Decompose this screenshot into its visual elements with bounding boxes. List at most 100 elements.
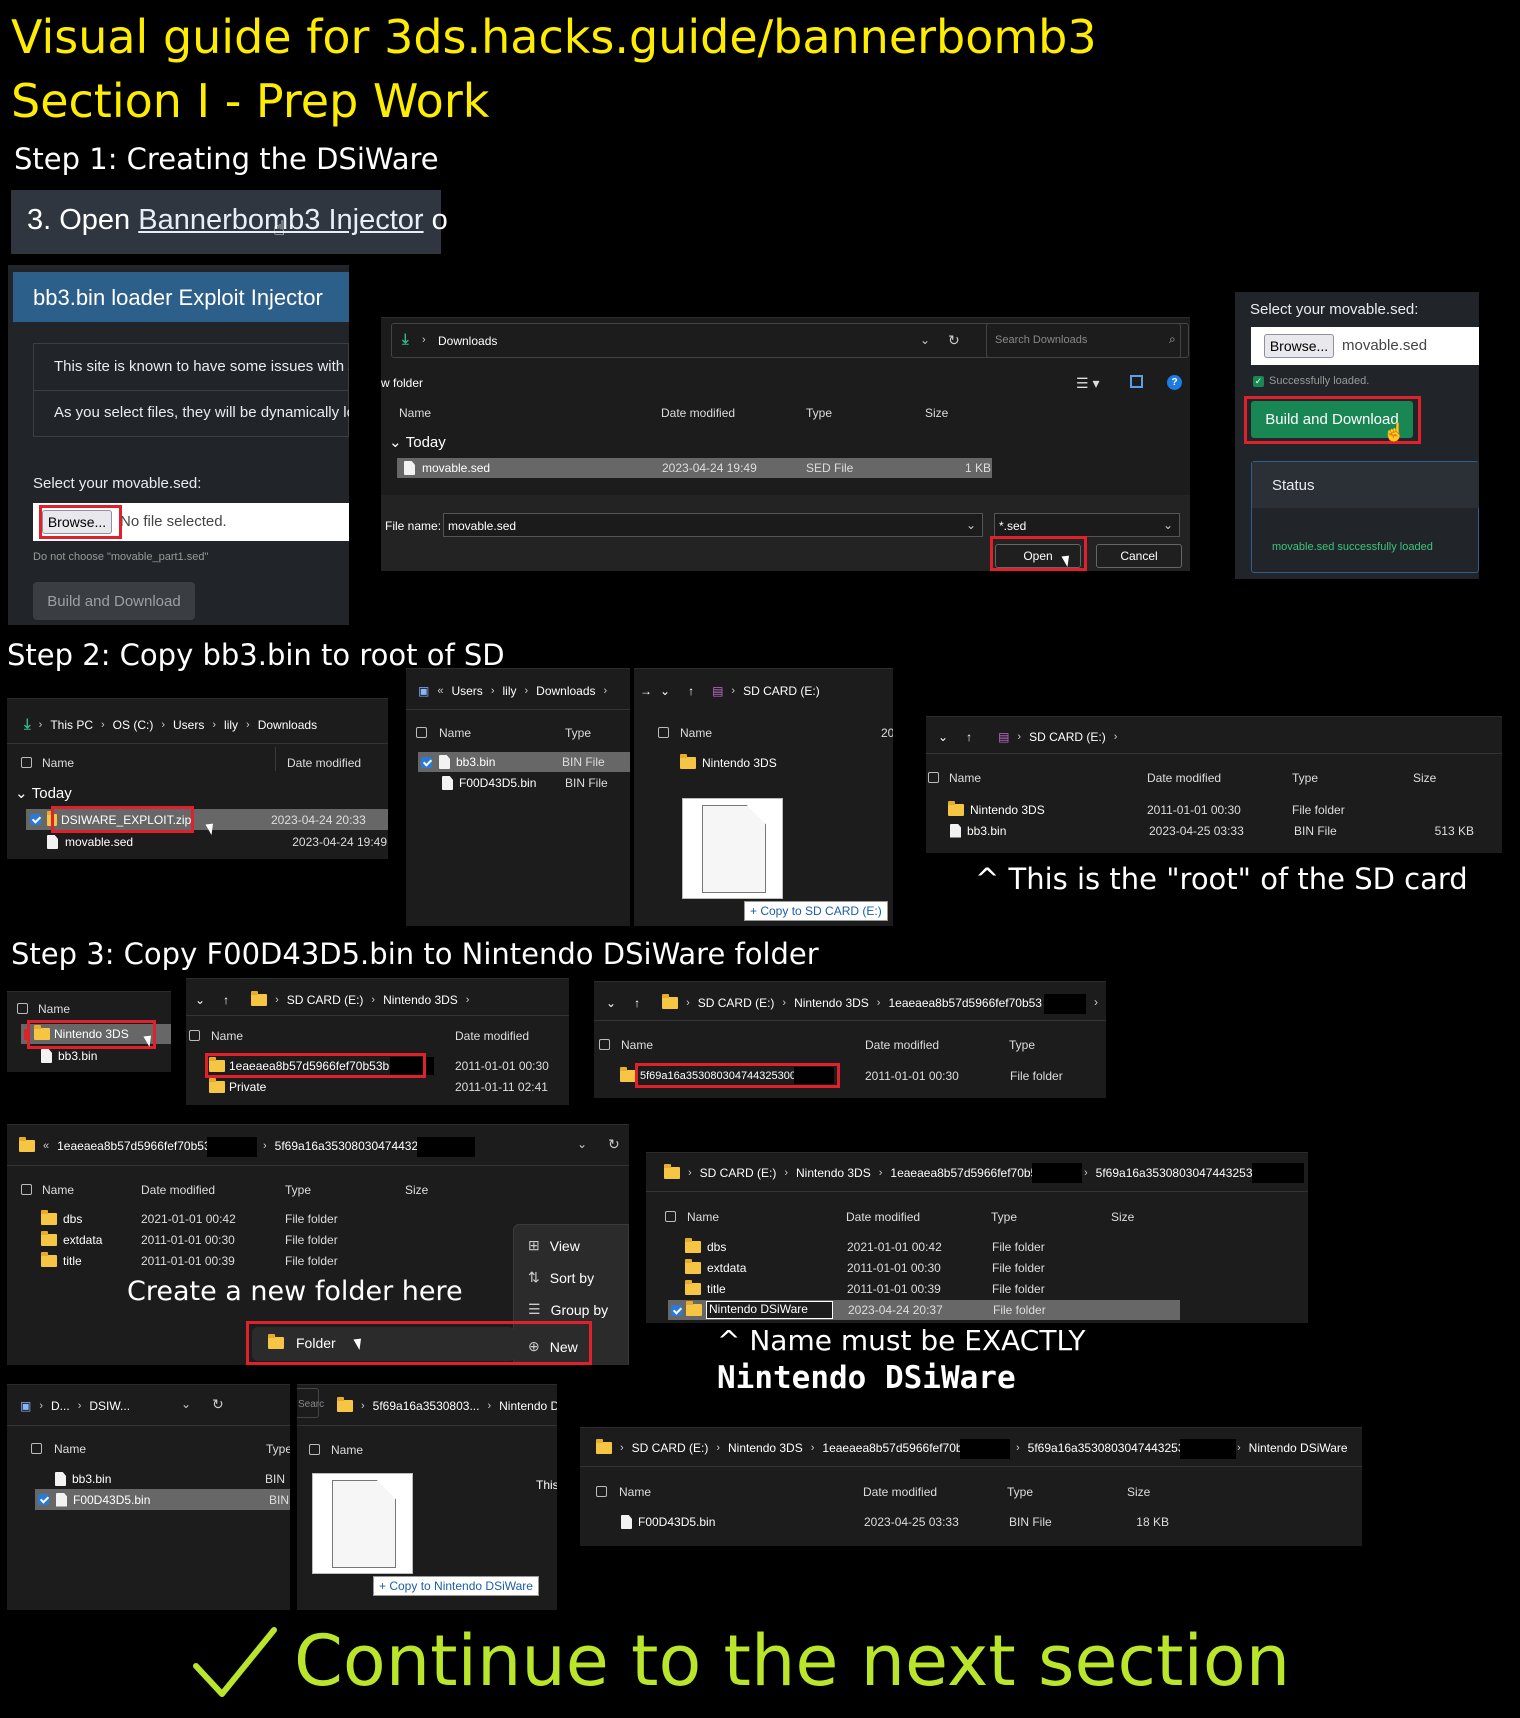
row-extdata[interactable]: extdata 2011-01-01 00:30 File folder [41, 1231, 341, 1249]
sd-mid-toolbar[interactable]: → ⌄ ↑ ▤ › SD CARD (E:) [640, 684, 820, 698]
file-icon [47, 835, 58, 849]
open-file-dialog: ⤓ › Downloads ⌄ ↻ Search Downloads ⌕ w f… [381, 317, 1190, 571]
notice-line-1: This site is known to have some issues w… [54, 358, 349, 375]
status-message: movable.sed successfully loaded [1272, 541, 1433, 553]
downloads-mid-explorer: ▣ « Users › lily › Downloads › Name Type bb3… [406, 668, 630, 926]
new-folder-button[interactable]: w folder [381, 376, 423, 390]
row-dbs[interactable]: dbs 2021-01-01 00:42 File folder [41, 1210, 341, 1228]
search-icon: ⌕ [1169, 332, 1176, 346]
id1-explorer-context: «1eaeaea8b57d5966fef70b53b › 5f69a16a3530… [7, 1124, 629, 1365]
root-row-bb3[interactable]: bb3.bin 2023-04-25 03:33 BIN File 513 KB [950, 821, 1490, 840]
downloads-icon: ⤓ [24, 716, 31, 733]
menu-sort-by[interactable]: ⇅ Sort by [528, 1269, 594, 1286]
chevron-down-icon[interactable]: ⌄ [577, 1137, 587, 1151]
context-menu: ⊞ View ⇅ Sort by ☰ Group by ⊕ New [513, 1224, 629, 1365]
dsiware-target-explorer: Searc ›5f69a16a3530803...›Nintendo DSiWa… [297, 1384, 557, 1610]
sd-card-mid-explorer: →⌄↑ ▤› SD CARD (E:) Name 20 Nintendo 3DS… [634, 668, 893, 926]
injector-header: bb3.bin loader Exploit Injector [13, 272, 349, 322]
hand-cursor-icon: ☝ [273, 216, 286, 240]
section-title: Section I - Prep Work [11, 74, 490, 128]
plus-icon: ⊕ [528, 1338, 540, 1354]
row-dbs[interactable]: dbs 2021-01-01 00:42 File folder [685, 1238, 1105, 1256]
exact-name-value: Nintendo DSiWare [717, 1360, 1016, 1396]
col-name[interactable]: Name [439, 726, 471, 740]
r-browse-button[interactable]: Browse... [1264, 334, 1334, 358]
menu-new[interactable]: ⊕ New [528, 1338, 578, 1355]
col-date[interactable]: Date modified [287, 756, 361, 770]
continue-link[interactable]: Continue to the next section [294, 1620, 1290, 1702]
injector-page: bb3.bin loader Exploit Injector This sit… [8, 265, 349, 625]
file-icon [404, 461, 415, 475]
row-extdata[interactable]: extdata 2011-01-01 00:30 File folder [685, 1259, 1105, 1277]
sd-root-explorer: ⌄ ↑ ▤ › SD CARD (E:) › Name Date modified T… [926, 716, 1502, 853]
row-title[interactable]: title 2011-01-01 00:39 File folder [685, 1280, 1105, 1298]
build-download-disabled[interactable]: Build and Download [33, 582, 195, 620]
root-row-n3ds[interactable]: Nintendo 3DS 2011-01-01 00:30 File folder [948, 800, 1488, 819]
row-private[interactable]: Private 2011-01-11 02:41 [209, 1077, 569, 1096]
status-card: Status movable.sed successfully loaded [1251, 461, 1479, 573]
pc-icon: ▣ [418, 684, 430, 698]
dsiware-source-explorer: ▣ › D... › DSIW... ⌄ ↻ Name Type bb3.bin BIN … [7, 1384, 290, 1610]
col-name[interactable]: Name [399, 406, 431, 420]
rename-input[interactable]: Nintendo DSiWare [706, 1301, 833, 1319]
refresh-icon[interactable]: ↻ [608, 1136, 620, 1153]
browse-button[interactable]: Browse... [42, 510, 112, 534]
menu-view[interactable]: ⊞ View [528, 1237, 580, 1254]
col-type[interactable]: Type [565, 726, 591, 740]
row-nintendo-3ds[interactable]: Nintendo 3DS [680, 754, 777, 772]
row-new-nintendo-dsiware[interactable]: Nintendo DSiWare 2023-04-24 20:37 File fo… [668, 1300, 1180, 1320]
dialog-search[interactable]: Search Downloads ⌕ [986, 323, 1189, 358]
col-type[interactable]: Type [806, 406, 832, 420]
open-injector-banner: 3. Open Bannerbomb3 Injector o ☝ [11, 190, 448, 254]
refresh-icon[interactable]: ↻ [948, 332, 960, 349]
submenu-folder[interactable]: Folder [252, 1327, 515, 1361]
row-id0-folder[interactable]: 1eaeaea8b57d5966fef70b53b 2011-01-01 00:… [209, 1056, 569, 1075]
no-file-text: No file selected. [120, 513, 227, 530]
drag-file-icon [702, 805, 766, 893]
row-f00d[interactable]: F00D43D5.bin BIN File [442, 773, 630, 793]
movable-file-input[interactable]: Browse... No file selected. [33, 503, 349, 541]
id1-explorer-renamed: › SD CARD (E:) › Nintendo 3DS › 1eaeaea8b57d… [646, 1152, 1308, 1323]
row-id1-folder[interactable]: 5f69a16a353080304744325300 2011-01-01 00… [620, 1066, 1100, 1085]
sd-card-icon: ▤ [712, 684, 724, 698]
file-row-movable[interactable]: movable.sed 2023-04-24 19:49 SED File 1 … [397, 458, 992, 478]
loaded-indicator: ✓ Successfully loaded. [1253, 375, 1370, 387]
movable-hint: Do not choose "movable_part1.sed" [33, 551, 209, 563]
menu-group-by[interactable]: ☰ Group by [528, 1301, 608, 1318]
filetype-select[interactable]: *.sed ⌄ [994, 513, 1180, 537]
mid-breadcrumb[interactable]: ▣ « Users › lily › Downloads › [418, 684, 607, 698]
help-icon[interactable]: ? [1167, 375, 1182, 390]
row-bb3[interactable]: bb3.bin BIN File [418, 752, 630, 772]
col-date[interactable]: Date modified [661, 406, 735, 420]
group-today[interactable]: ⌄ Today [389, 433, 446, 452]
filename-input[interactable]: movable.sed ⌄ [443, 513, 983, 537]
cancel-button[interactable]: Cancel [1096, 544, 1182, 568]
row-movable[interactable]: movable.sed 2023-04-24 19:49 [47, 832, 387, 852]
dialog-path: Downloads [438, 334, 498, 348]
row-f00d-final[interactable]: F00D43D5.bin 2023-04-25 03:33 BIN File 18… [621, 1513, 1221, 1531]
row-bb3[interactable]: bb3.bin [41, 1047, 97, 1065]
view-options-icon[interactable]: ☰ ▾ [1076, 375, 1099, 392]
step1-heading: Step 1: Creating the DSiWare [14, 142, 439, 176]
chevron-down-icon[interactable]: ⌄ [920, 333, 930, 347]
row-title[interactable]: title 2011-01-01 00:39 File folder [41, 1252, 341, 1270]
checkmark-icon [190, 1622, 280, 1702]
sd-root-toolbar[interactable]: ⌄ ↑ ▤ › SD CARD (E:) › [938, 730, 1117, 744]
select-all-checkbox[interactable] [21, 757, 32, 768]
downloads-breadcrumb[interactable]: ⤓ › This PC › OS (C:) › Users › lily › Downlo… [24, 716, 317, 733]
row-f00d[interactable]: F00D43D5.bin BIN [35, 1489, 290, 1510]
step3-heading: Step 3: Copy F00D43D5.bin to Nintendo DS… [11, 937, 819, 971]
notice-line-2: As you select files, they will be dynami… [54, 404, 349, 421]
movable-label: Select your movable.sed: [33, 475, 202, 492]
preview-pane-icon[interactable] [1130, 375, 1143, 388]
r-movable-label: Select your movable.sed: [1250, 301, 1419, 318]
check-icon: ✓ [1253, 375, 1264, 387]
col-name[interactable]: Name [42, 756, 74, 770]
filename-label: File name: [385, 519, 442, 533]
r-file-input[interactable]: Browse... movable.sed [1251, 327, 1479, 365]
copy-tooltip: + Copy to Nintendo DSiWare [373, 1576, 539, 1596]
r-file-name: movable.sed [1342, 337, 1428, 354]
group-today[interactable]: ⌄ Today [15, 784, 72, 803]
row-bb3[interactable]: bb3.bin BIN [55, 1470, 285, 1488]
col-size[interactable]: Size [925, 406, 948, 420]
